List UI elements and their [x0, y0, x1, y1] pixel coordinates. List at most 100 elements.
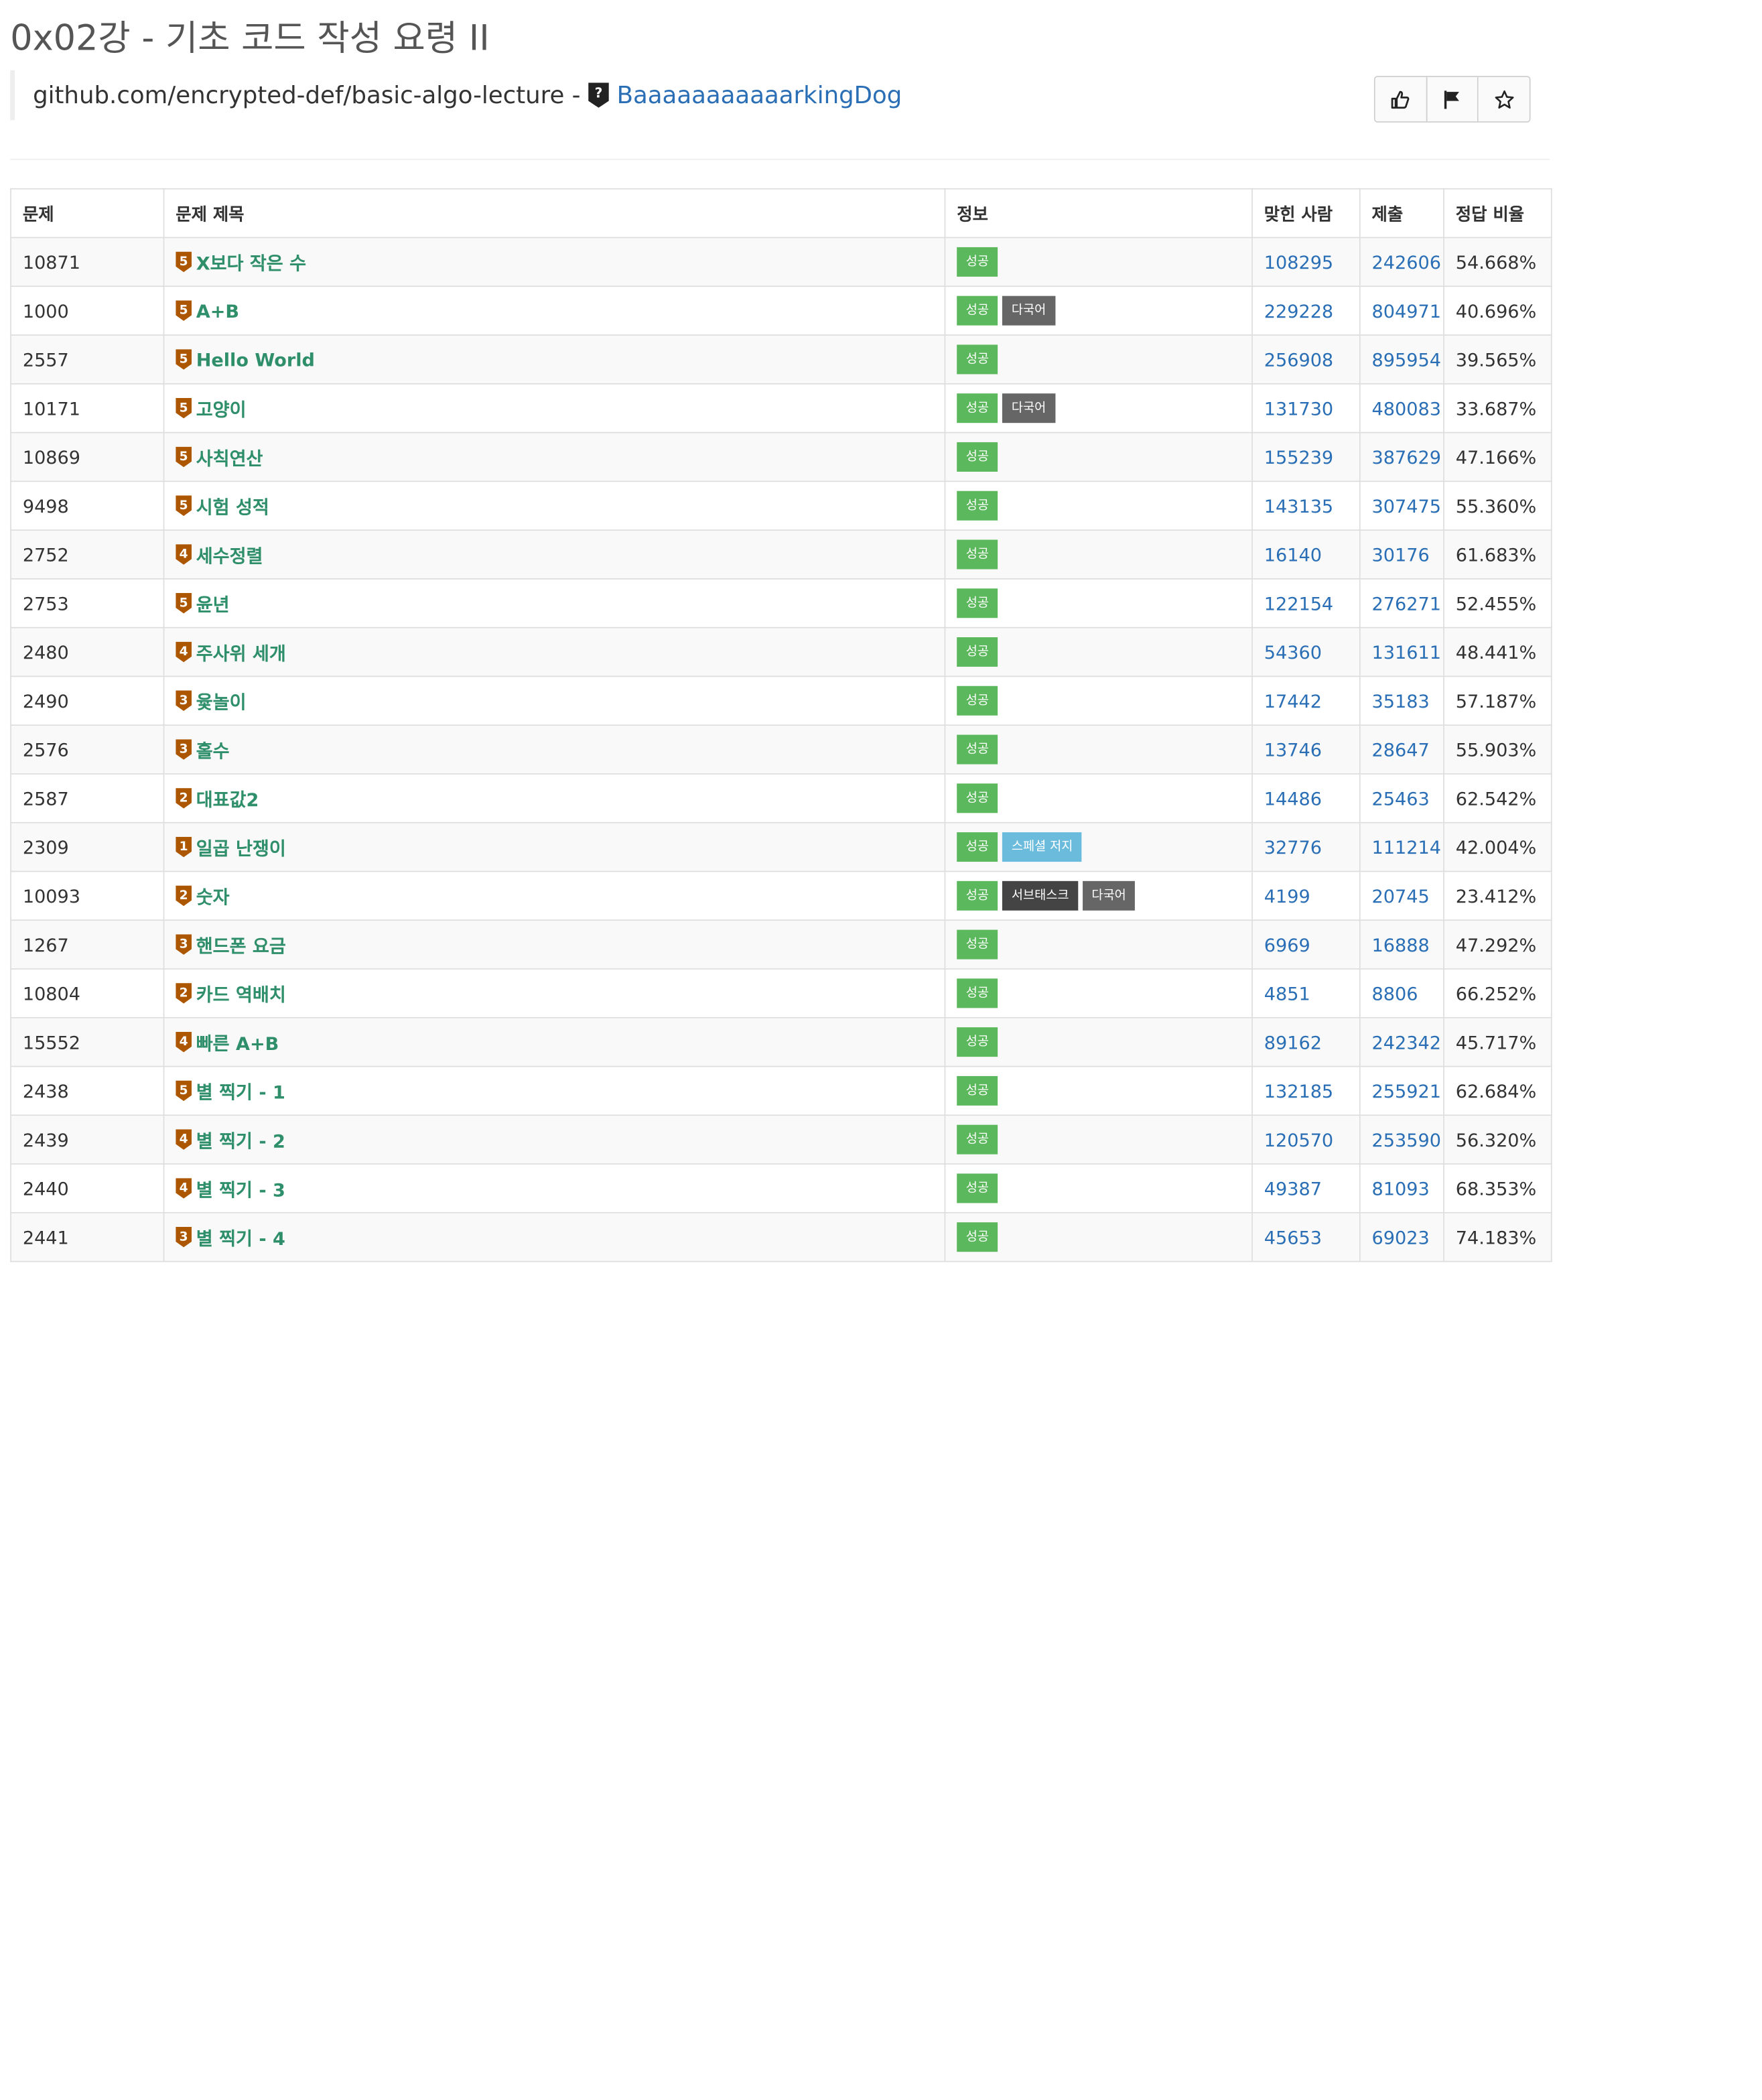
favorite-button[interactable] — [1479, 77, 1530, 122]
bronze-tier-icon: 4 — [176, 1178, 192, 1199]
submission-count-link[interactable]: 8806 — [1372, 982, 1418, 1004]
report-button[interactable] — [1426, 77, 1479, 122]
table-row: 2480 4 주사위 세개 성공 54360 131611 48.441% — [10, 627, 1552, 677]
submission-count-link[interactable]: 255921 — [1372, 1080, 1441, 1102]
problem-title-cell: 5 별 찍기 - 1 — [163, 1065, 946, 1116]
solved-count-link[interactable]: 120570 — [1264, 1129, 1333, 1151]
submissions-cell: 895954 — [1359, 334, 1444, 385]
problem-id: 9498 — [10, 480, 165, 531]
problem-title-wrap: 4 별 찍기 - 2 — [176, 1126, 933, 1153]
solved-count-link[interactable]: 89162 — [1264, 1031, 1322, 1053]
workbook-source: github.com/encrypted-def/basic-algo-lect… — [10, 70, 1371, 121]
problem-title-link[interactable]: 별 찍기 - 2 — [196, 1126, 285, 1153]
solved-count-link[interactable]: 131730 — [1264, 397, 1333, 419]
tier-number: 4 — [180, 1181, 188, 1195]
problem-title-link[interactable]: 대표값2 — [196, 785, 259, 812]
problem-title-link[interactable]: 별 찍기 - 3 — [196, 1175, 285, 1202]
solved-cell: 256908 — [1251, 334, 1361, 385]
solved-count-link[interactable]: 108295 — [1264, 251, 1333, 273]
solved-count-link[interactable]: 122154 — [1264, 592, 1333, 614]
accept-ratio: 62.542% — [1443, 773, 1552, 824]
problem-title-link[interactable]: 별 찍기 - 4 — [196, 1224, 285, 1251]
problem-title-link[interactable]: 고양이 — [196, 395, 247, 422]
solved-count-link[interactable]: 229228 — [1264, 300, 1333, 322]
solved-count-link[interactable]: 143135 — [1264, 495, 1333, 517]
submission-count-link[interactable]: 16888 — [1372, 934, 1430, 956]
problem-info: 성공 — [944, 1211, 1253, 1262]
submission-count-link[interactable]: 307475 — [1372, 495, 1441, 517]
submission-count-link[interactable]: 895954 — [1372, 348, 1441, 370]
solved-count-link[interactable]: 13746 — [1264, 738, 1322, 760]
submission-count-link[interactable]: 804971 — [1372, 300, 1441, 322]
submission-count-link[interactable]: 276271 — [1372, 592, 1441, 614]
solved-count-link[interactable]: 4851 — [1264, 982, 1310, 1004]
submission-count-link[interactable]: 81093 — [1372, 1177, 1430, 1199]
problem-title-link[interactable]: 시험 성적 — [196, 492, 269, 519]
solved-count-link[interactable]: 14486 — [1264, 787, 1322, 809]
submission-count-link[interactable]: 20745 — [1372, 885, 1430, 907]
submission-count-link[interactable]: 28647 — [1372, 738, 1430, 760]
problem-title-link[interactable]: 주사위 세개 — [196, 639, 286, 666]
header-ratio[interactable]: 정답 비율 — [1443, 188, 1552, 239]
problem-title-link[interactable]: Hello World — [196, 348, 315, 370]
solved-count-link[interactable]: 17442 — [1264, 690, 1322, 712]
tier-number: 2 — [180, 791, 188, 805]
accept-ratio: 66.252% — [1443, 968, 1552, 1019]
problem-id: 1000 — [10, 285, 165, 336]
bronze-tier-icon: 5 — [176, 349, 192, 370]
author-link[interactable]: BaaaaaaaaaaarkingDog — [617, 82, 902, 109]
solved-count-link[interactable]: 45653 — [1264, 1226, 1322, 1248]
submission-count-link[interactable]: 242606 — [1372, 251, 1441, 273]
problem-title-link[interactable]: 별 찍기 - 1 — [196, 1077, 285, 1105]
submission-count-link[interactable]: 253590 — [1372, 1129, 1441, 1151]
solved-count-link[interactable]: 155239 — [1264, 446, 1333, 468]
solved-count-link[interactable]: 49387 — [1264, 1177, 1322, 1199]
problem-title-link[interactable]: 윤년 — [196, 590, 230, 617]
problem-title-link[interactable]: 숫자 — [196, 882, 230, 910]
submission-count-link[interactable]: 35183 — [1372, 690, 1430, 712]
solved-count-link[interactable]: 54360 — [1264, 641, 1322, 663]
submission-count-link[interactable]: 25463 — [1372, 787, 1430, 809]
solved-count-link[interactable]: 32776 — [1264, 836, 1322, 858]
problem-title-link[interactable]: A+B — [196, 300, 239, 322]
problem-id: 2557 — [10, 334, 165, 385]
submission-count-link[interactable]: 242342 — [1372, 1031, 1441, 1053]
submission-count-link[interactable]: 30176 — [1372, 543, 1430, 565]
problem-id: 2309 — [10, 822, 165, 872]
problem-title-wrap: 5 별 찍기 - 1 — [176, 1077, 933, 1105]
problem-info: 성공 — [944, 968, 1253, 1019]
header-solved[interactable]: 맞힌 사람 — [1251, 188, 1361, 239]
solved-count-link[interactable]: 4199 — [1264, 885, 1310, 907]
submission-count-link[interactable]: 480083 — [1372, 397, 1441, 419]
problem-title-link[interactable]: 빠른 A+B — [196, 1029, 279, 1056]
bronze-tier-icon: 4 — [176, 1031, 192, 1053]
tier-number: 5 — [180, 1084, 188, 1098]
header-problem-id[interactable]: 문제 — [10, 188, 165, 239]
solved-count-link[interactable]: 16140 — [1264, 543, 1322, 565]
header-submissions[interactable]: 제출 — [1359, 188, 1444, 239]
like-button[interactable] — [1375, 77, 1427, 122]
accept-ratio: 55.903% — [1443, 724, 1552, 775]
bronze-tier-icon: 4 — [176, 544, 192, 565]
problem-title-link[interactable]: 윷놀이 — [196, 687, 247, 714]
solved-count-link[interactable]: 256908 — [1264, 348, 1333, 370]
solved-count-link[interactable]: 6969 — [1264, 934, 1310, 956]
tier-number: 3 — [180, 694, 188, 708]
submission-count-link[interactable]: 131611 — [1372, 641, 1441, 663]
label-success: 성공 — [957, 539, 998, 570]
problem-title-link[interactable]: 일곱 난쟁이 — [196, 834, 286, 861]
problem-title-link[interactable]: X보다 작은 수 — [196, 249, 306, 276]
problem-title-link[interactable]: 핸드폰 요금 — [196, 931, 286, 958]
header-problem-title[interactable]: 문제 제목 — [163, 188, 946, 239]
problem-title-link[interactable]: 사칙연산 — [196, 444, 263, 471]
problem-title-link[interactable]: 카드 역배치 — [196, 980, 286, 1007]
problem-title-link[interactable]: 세수정렬 — [196, 541, 263, 568]
submission-count-link[interactable]: 387629 — [1372, 446, 1441, 468]
submission-count-link[interactable]: 111214 — [1372, 836, 1441, 858]
submission-count-link[interactable]: 69023 — [1372, 1226, 1430, 1248]
solved-count-link[interactable]: 132185 — [1264, 1080, 1333, 1102]
flag-icon — [1444, 90, 1459, 109]
problem-title-link[interactable]: 홀수 — [196, 736, 230, 763]
page-title: 0x02강 - 기초 코드 작성 요령 II — [10, 18, 490, 59]
accept-ratio: 54.668% — [1443, 237, 1552, 287]
